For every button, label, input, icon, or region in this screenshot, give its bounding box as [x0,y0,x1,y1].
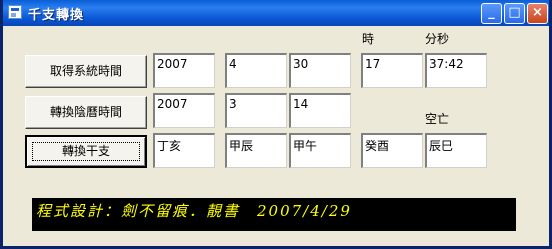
lunar-day-field[interactable]: 14 [289,93,351,128]
hour-label: 時 [362,32,375,46]
ganzhi-hour-field[interactable]: 癸酉 [361,133,423,168]
lunar-year-field[interactable]: 2007 [153,93,215,128]
get-system-time-button[interactable]: 取得系統時間 [25,55,147,88]
credits-banner: 程式設計：劍不留痕．靚書 2007/4/29 [32,198,516,231]
ganzhi-day-field[interactable]: 甲午 [289,133,351,168]
min-sec-label: 分秒 [425,32,450,46]
ganzhi-month-field[interactable]: 甲辰 [225,133,287,168]
window-title: 千支轉換 [28,8,85,23]
kongwang-field[interactable]: 辰巳 [425,133,487,168]
minimize-icon: _ [488,5,495,20]
app-window-icon[interactable] [8,5,22,19]
kongwang-label: 空亡 [425,112,450,126]
system-year-field[interactable]: 2007 [153,53,215,88]
system-month-field[interactable]: 4 [225,53,287,88]
system-hour-field[interactable]: 17 [361,53,423,88]
maximize-button[interactable]: □ [504,3,525,24]
main-window: 千支轉換 _ □ × 時 分秒 空亡 取得系統時間 轉換陰曆時間 轉換干支 20… [0,0,552,249]
maximize-icon: □ [508,5,521,20]
form-client-area: 時 分秒 空亡 取得系統時間 轉換陰曆時間 轉換干支 2007 4 30 17 … [3,26,549,246]
convert-lunar-button[interactable]: 轉換陰曆時間 [25,96,147,129]
minimize-button[interactable]: _ [481,3,502,24]
system-minsec-field[interactable]: 37:42 [425,53,487,88]
close-icon: × [532,5,543,20]
close-button[interactable]: × [527,3,548,24]
lunar-month-field[interactable]: 3 [225,93,287,128]
system-day-field[interactable]: 30 [289,53,351,88]
convert-ganzhi-button[interactable]: 轉換干支 [25,135,147,168]
title-bar[interactable]: 千支轉換 _ □ × [3,0,549,26]
ganzhi-year-field[interactable]: 丁亥 [153,133,215,168]
credits-text: 程式設計：劍不留痕．靚書 2007/4/29 [36,202,352,220]
